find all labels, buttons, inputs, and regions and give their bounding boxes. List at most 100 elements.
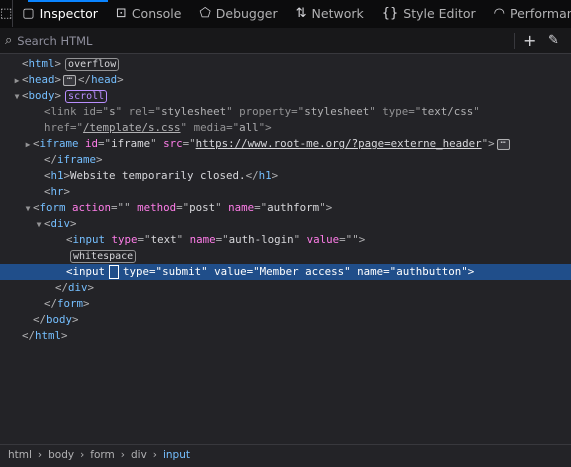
attribute-link[interactable]: /template/s.css xyxy=(83,121,181,134)
inspector-icon: ▢ xyxy=(22,6,35,21)
attribute-link[interactable]: https://www.root-me.org/?page=externe_he… xyxy=(196,137,482,150)
markup-node[interactable]: </html> xyxy=(0,328,571,344)
expand-more-icon[interactable]: ⋯ xyxy=(496,138,510,150)
tab-inspector[interactable]: ▢ Inspector xyxy=(13,0,107,27)
eyedropper-icon: ✎ xyxy=(548,33,559,48)
tag-name: head xyxy=(91,73,118,86)
tab-label: Console xyxy=(131,6,182,21)
node-badge[interactable]: whitespace xyxy=(70,250,137,263)
tag-name: body xyxy=(28,89,55,102)
breadcrumb-separator-icon: › xyxy=(120,449,125,461)
tag-name: head xyxy=(28,73,55,86)
attribute-value: all xyxy=(239,121,259,134)
eyedropper-button[interactable]: ✎ xyxy=(548,33,559,48)
tag-name: div xyxy=(68,281,88,294)
markup-node[interactable]: ▼ <div> xyxy=(0,216,571,232)
attribute-name: type xyxy=(105,233,138,246)
tab-label: Performance xyxy=(510,6,571,21)
attribute-name: name xyxy=(221,201,255,214)
tab-style-editor[interactable]: {} Style Editor xyxy=(373,0,485,27)
scroll-badge[interactable]: scroll xyxy=(65,90,108,103)
tab-performance[interactable]: ◠ Performance xyxy=(485,0,571,27)
twisty-open-icon[interactable]: ▼ xyxy=(12,89,22,105)
punctuation: =" xyxy=(246,265,260,278)
punctuation: =" xyxy=(111,201,125,214)
punctuation: =" xyxy=(96,105,110,118)
markup-node[interactable]: ▶ <iframe id="iframe" src="https://www.ro… xyxy=(0,136,571,152)
tab-label: Style Editor xyxy=(403,6,476,21)
punctuation: =" xyxy=(98,137,112,150)
markup-node[interactable]: <link id="s" rel="stylesheet" property="… xyxy=(0,104,571,120)
attribute-name: property xyxy=(232,105,292,118)
attribute-name: name xyxy=(183,233,216,246)
add-node-button[interactable]: + xyxy=(523,31,536,50)
breadcrumb-item[interactable]: html xyxy=(8,449,32,461)
markup-node[interactable]: whitespace xyxy=(0,248,571,264)
twisty-closed-icon[interactable]: ▶ xyxy=(12,73,22,89)
punctuation: =" xyxy=(408,105,422,118)
breadcrumb-item[interactable]: form xyxy=(90,449,114,461)
tag-name: iframe xyxy=(39,137,79,150)
attribute-name: rel xyxy=(122,105,149,118)
attribute-name: name xyxy=(350,265,384,278)
markup-node[interactable]: <input type="submit" value="Member access… xyxy=(0,264,571,280)
markup-node[interactable]: </iframe> xyxy=(0,152,571,168)
attribute-name: type xyxy=(375,105,409,118)
attribute-name: id xyxy=(76,105,97,118)
tag-name: hr xyxy=(50,185,64,198)
attribute-name: action xyxy=(65,201,112,214)
tag-name: h1 xyxy=(258,169,272,182)
tab-console[interactable]: ⊡ Console xyxy=(107,0,191,27)
tab-debugger[interactable]: ⬠ Debugger xyxy=(190,0,286,27)
punctuation: </ xyxy=(44,153,58,166)
text-node: Website temporarily closed. xyxy=(70,169,246,182)
attribute-value: authform xyxy=(267,201,320,214)
markup-node[interactable]: ▼ <body> scroll xyxy=(0,88,571,104)
markup-node[interactable]: ▶ <head> ⋯ </head> xyxy=(0,72,571,88)
twisty-open-icon[interactable]: ▼ xyxy=(34,217,44,233)
markup-node[interactable]: <h1>Website temporarily closed.</h1> xyxy=(0,168,571,184)
tab-label: Network xyxy=(311,6,364,21)
punctuation: </ xyxy=(22,329,36,342)
plus-icon: + xyxy=(523,31,537,50)
breadcrumb: html › body › form › div › input xyxy=(0,444,571,467)
twisty-closed-icon[interactable]: ▶ xyxy=(23,137,33,153)
tag-name: html xyxy=(35,329,62,342)
breadcrumb-separator-icon: › xyxy=(37,449,43,461)
markup-node[interactable]: <input type="text" name="auth-login" val… xyxy=(0,232,571,248)
breadcrumb-item[interactable]: body xyxy=(48,449,74,461)
punctuation: "> xyxy=(481,137,495,150)
markup-node[interactable]: ▼ <form action="" method="post" name="aut… xyxy=(0,200,571,216)
punctuation: =" xyxy=(182,137,196,150)
markup-node[interactable]: </form> xyxy=(0,296,571,312)
element-picker-icon: ⬚ xyxy=(0,6,13,21)
console-icon: ⊡ xyxy=(115,6,127,21)
search-html-input[interactable] xyxy=(15,32,420,49)
punctuation: > xyxy=(54,73,62,86)
markup-node[interactable]: </body> xyxy=(0,312,571,328)
tag-name: html xyxy=(28,57,55,70)
punctuation: =" xyxy=(137,233,151,246)
element-picker-button[interactable]: ⬚ xyxy=(0,0,14,27)
markup-node[interactable]: href="/template/s.css" media="all"> xyxy=(0,120,571,136)
punctuation: > xyxy=(61,329,68,342)
attribute-name: id xyxy=(78,137,99,150)
breadcrumb-item[interactable]: div xyxy=(131,449,147,461)
punctuation: > xyxy=(271,169,279,182)
punctuation: =" xyxy=(383,265,397,278)
markup-node[interactable]: <html> overflow xyxy=(0,56,571,72)
attribute-name: value xyxy=(300,233,340,246)
attribute-value: text/css xyxy=(421,105,474,118)
twisty-open-icon[interactable]: ▼ xyxy=(23,201,33,217)
tab-network[interactable]: ⇅ Network xyxy=(287,0,373,27)
expand-more-icon[interactable]: ⋯ xyxy=(63,74,77,86)
punctuation: > xyxy=(54,57,62,70)
punctuation: "> xyxy=(258,121,272,134)
node-badge[interactable]: overflow xyxy=(65,58,120,71)
markup-node[interactable]: </div> xyxy=(0,280,571,296)
breadcrumb-item[interactable]: input xyxy=(163,449,190,461)
tag-name: iframe xyxy=(57,153,97,166)
punctuation: =" xyxy=(149,265,163,278)
markup-node[interactable]: <hr> xyxy=(0,184,571,200)
attribute-value: submit xyxy=(162,265,202,278)
